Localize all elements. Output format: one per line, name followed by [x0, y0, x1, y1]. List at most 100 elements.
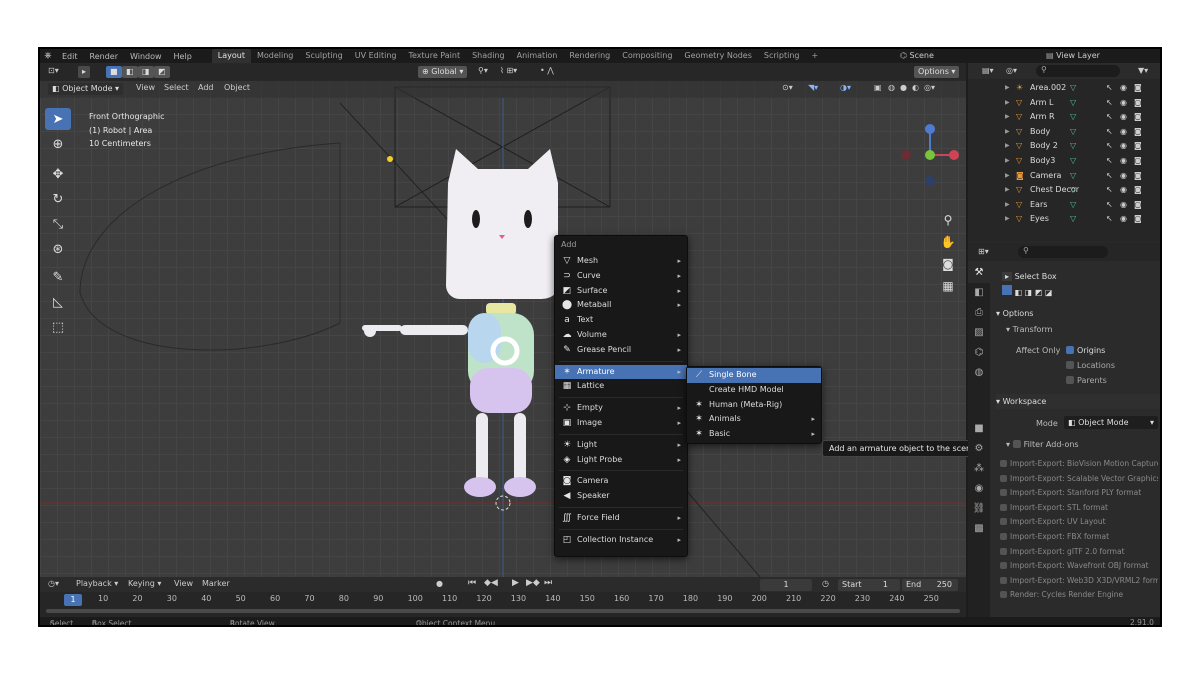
addon-item[interactable]: Import-Export: Web3D X3D/VRML2 format — [1000, 574, 1158, 589]
expand-arrow-icon[interactable]: ▶ — [1005, 169, 1010, 184]
tab-compositing[interactable]: Compositing — [616, 49, 678, 63]
3d-viewport[interactable]: ⊡▾ ▸ ■ ◧ ◨ ◩ ⊕ Global ▾ ⚲▾ ⌇ ⊞▾ • ⋀ Opti… — [40, 63, 966, 577]
menu-item-light-probe[interactable]: ◈ Light Probe ▸ — [555, 453, 687, 468]
timeline-editor-icon[interactable]: ◷▾ — [48, 579, 59, 588]
menu-item-force-field[interactable]: ∭ Force Field ▸ — [555, 511, 687, 526]
menu-render[interactable]: Render — [84, 52, 124, 61]
current-frame-field[interactable]: 1 — [760, 579, 812, 591]
render-camera-icon[interactable]: ◙ — [1134, 96, 1142, 111]
pivot-point-icon[interactable]: ⚲▾ — [478, 66, 488, 75]
shading-wireframe-icon[interactable]: ◍ — [888, 83, 895, 92]
timeline-scrollbar[interactable] — [46, 609, 960, 613]
outliner-row[interactable]: ▶ ▽ Chest Decor ▽ ↖ ◉ ◙ — [968, 183, 1160, 198]
addon-item[interactable]: Import-Export: STL format — [1000, 501, 1158, 516]
gizmo-x-icon[interactable] — [949, 150, 959, 160]
menu-item-speaker[interactable]: ◀ Speaker — [555, 489, 687, 504]
snap-icon[interactable]: ⌇ ⊞▾ — [500, 66, 517, 75]
selectable-toggle-icon[interactable]: ↖ — [1106, 125, 1113, 140]
select-mode-extend-icon[interactable]: ◧ — [122, 66, 138, 78]
render-camera-icon[interactable]: ◙ — [1134, 139, 1142, 154]
pan-hand-icon[interactable]: ✋ — [938, 235, 958, 257]
outliner-row[interactable]: ▶ ▽ Arm L ▽ ↖ ◉ ◙ — [968, 96, 1160, 111]
visibility-eye-icon[interactable]: ◉ — [1120, 96, 1127, 111]
scene-tab-icon[interactable]: ⌬ — [968, 343, 990, 363]
expand-arrow-icon[interactable]: ▶ — [1005, 198, 1010, 213]
outliner-row[interactable]: ▶ ▽ Body3 ▽ ↖ ◉ ◙ — [968, 154, 1160, 169]
zoom-icon[interactable]: ⚲ — [938, 213, 958, 235]
physics-tab-icon[interactable]: ◉ — [968, 479, 990, 499]
jump-end-icon[interactable]: ⏭ — [544, 578, 552, 588]
mode-new-icon[interactable] — [1002, 285, 1012, 295]
world-tab-icon[interactable]: ◍ — [968, 363, 990, 383]
gizmo-toggle-icon[interactable]: ◥▾ — [808, 83, 818, 92]
parents-checkbox[interactable]: Parents — [1066, 373, 1107, 388]
visibility-eye-icon[interactable]: ◉ — [1120, 183, 1127, 198]
workspace-panel-header[interactable]: ▾ Workspace — [996, 394, 1160, 409]
tab-scripting[interactable]: Scripting — [758, 49, 806, 63]
menu-edit[interactable]: Edit — [56, 52, 84, 61]
menu-item-light[interactable]: ☀ Light ▸ — [555, 438, 687, 453]
addon-item[interactable]: Import-Export: BioVision Motion Capture … — [1000, 457, 1158, 472]
tab-sculpting[interactable]: Sculpting — [299, 49, 348, 63]
tool-tab-icon[interactable]: ⚒ — [968, 263, 990, 283]
record-icon[interactable]: ● — [436, 579, 443, 588]
render-camera-icon[interactable]: ◙ — [1134, 125, 1142, 140]
menu-object[interactable]: Object — [224, 83, 250, 92]
select-mode-invert-icon[interactable]: ◩ — [154, 66, 170, 78]
menu-add[interactable]: Add — [198, 83, 214, 92]
menu-view[interactable]: View — [136, 83, 155, 92]
timeline-ruler[interactable]: 10 20 30 40 50 60 70 80 90 100 110 120 130 140 150 160 1… — [40, 594, 966, 608]
menu-item-curve[interactable]: ⊃ Curve ▸ — [555, 269, 687, 284]
tab-shading[interactable]: Shading — [466, 49, 511, 63]
select-mode-subtract-icon[interactable]: ◨ — [138, 66, 154, 78]
menu-item-empty[interactable]: ⊹ Empty ▸ — [555, 401, 687, 416]
menu-help[interactable]: Help — [168, 52, 198, 61]
add-workspace-button[interactable]: + — [805, 49, 824, 63]
outliner-row[interactable]: ▶ ▽ Body ▽ ↖ ◉ ◙ — [968, 125, 1160, 140]
render-camera-icon[interactable]: ◙ — [1134, 169, 1142, 184]
jump-start-icon[interactable]: ⏮ — [468, 578, 476, 588]
outliner-row[interactable]: ▶ ▽ Body 2 ▽ ↖ ◉ ◙ — [968, 139, 1160, 154]
menu-playback[interactable]: Playback ▾ — [76, 579, 118, 588]
menu-window[interactable]: Window — [124, 52, 168, 61]
view-layer-selector[interactable]: ▤ View Layer — [1046, 49, 1100, 63]
addon-item[interactable]: Import-Export: FBX format — [1000, 530, 1158, 545]
add-cube-tool-icon[interactable]: ⬚ — [45, 316, 71, 338]
menu-item-camera[interactable]: ◙ Camera — [555, 474, 687, 489]
expand-arrow-icon[interactable]: ▶ — [1005, 110, 1010, 125]
render-tab-icon[interactable]: ◧ — [968, 283, 990, 303]
render-camera-icon[interactable]: ◙ — [1134, 81, 1142, 96]
expand-arrow-icon[interactable]: ▶ — [1005, 212, 1010, 227]
overlays-toggle-icon[interactable]: ◑▾ — [840, 83, 851, 92]
menu-item-collection-instance[interactable]: ◰ Collection Instance ▸ — [555, 533, 687, 548]
render-camera-icon[interactable]: ◙ — [1134, 183, 1142, 198]
modifier-tab-icon[interactable]: ⚙ — [968, 439, 990, 459]
visibility-eye-icon[interactable]: ◉ — [1120, 110, 1127, 125]
selectable-toggle-icon[interactable]: ↖ — [1106, 96, 1113, 111]
menu-item-metaball[interactable]: ⬤ Metaball ▸ — [555, 298, 687, 313]
workspace-mode-dropdown[interactable]: ◧ Object Mode ▾ — [1064, 416, 1158, 429]
visibility-eye-icon[interactable]: ◉ — [1120, 125, 1127, 140]
editor-type-icon[interactable]: ⊡▾ — [48, 66, 59, 75]
gizmo-y-icon[interactable] — [925, 150, 935, 160]
measure-tool-icon[interactable]: ◺ — [45, 291, 71, 313]
view-object-types-icon[interactable]: ⊙▾ — [782, 83, 793, 92]
object-tab-icon[interactable]: ■ — [968, 419, 990, 439]
texture-tab-icon[interactable]: ▩ — [968, 519, 990, 539]
transform-orientation-dropdown[interactable]: ⊕ Global ▾ — [418, 66, 468, 78]
play-icon[interactable]: ▶ — [512, 578, 519, 588]
tab-animation[interactable]: Animation — [511, 49, 564, 63]
selectable-toggle-icon[interactable]: ↖ — [1106, 212, 1113, 227]
addon-item[interactable]: Import-Export: glTF 2.0 format — [1000, 545, 1158, 560]
move-tool-icon[interactable]: ✥ — [45, 163, 71, 185]
outliner-row[interactable]: ▶ ◙ Camera ▽ ↖ ◉ ◙ — [968, 169, 1160, 184]
visibility-eye-icon[interactable]: ◉ — [1120, 154, 1127, 169]
annotate-tool-icon[interactable]: ✎ — [45, 266, 71, 288]
output-tab-icon[interactable]: ⎙ — [968, 303, 990, 323]
expand-arrow-icon[interactable]: ▶ — [1005, 81, 1010, 96]
tab-geometry-nodes[interactable]: Geometry Nodes — [678, 49, 757, 63]
selectable-toggle-icon[interactable]: ↖ — [1106, 139, 1113, 154]
outliner-row[interactable]: ▶ ▽ Eyes ▽ ↖ ◉ ◙ — [968, 212, 1160, 227]
render-camera-icon[interactable]: ◙ — [1134, 212, 1142, 227]
render-camera-icon[interactable]: ◙ — [1134, 198, 1142, 213]
